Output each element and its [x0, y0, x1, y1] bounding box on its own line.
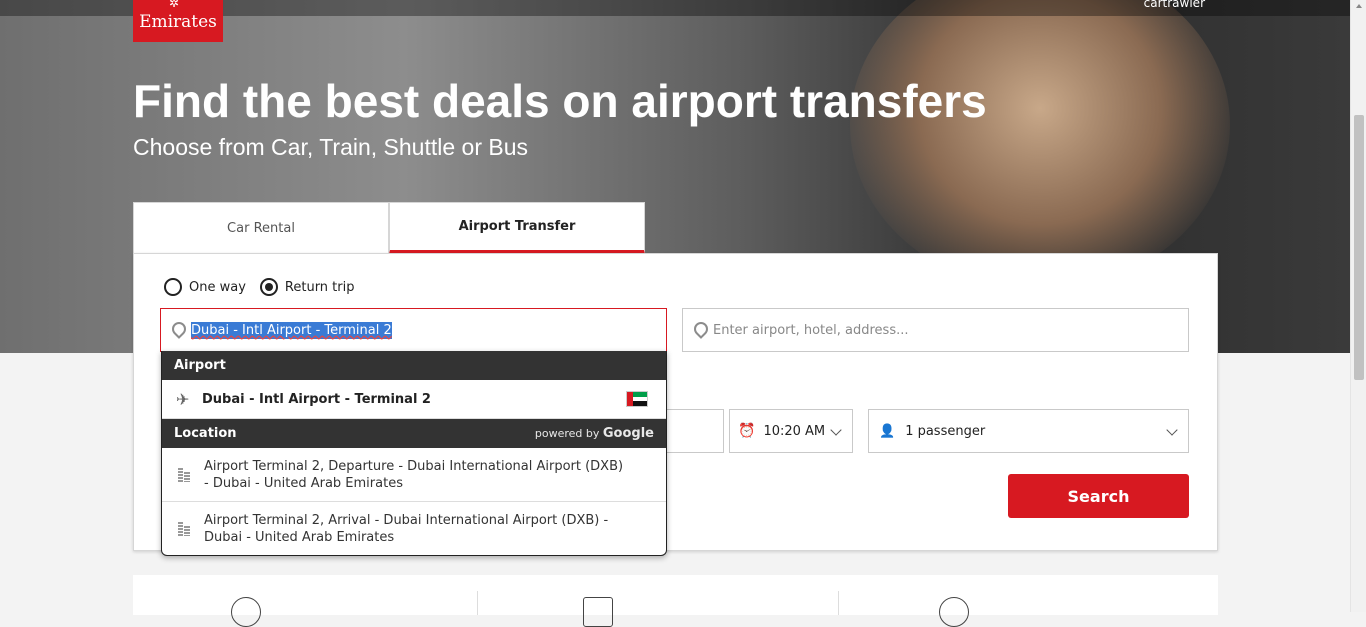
map-pin-icon: [693, 322, 705, 338]
powered-by-google: powered by Google: [534, 426, 654, 441]
dropoff-location-input[interactable]: Enter airport, hotel, address...: [682, 308, 1189, 352]
radio-label: One way: [189, 279, 246, 295]
chevron-down-icon: [830, 424, 842, 436]
time-value: 10:20 AM: [763, 423, 826, 439]
airport-suggestion-label: Dubai - Intl Airport - Terminal 2: [202, 391, 431, 407]
partner-logo: cartrawler: [1143, 0, 1205, 10]
chevron-down-icon: [1166, 424, 1178, 436]
ticket-icon: [583, 597, 613, 627]
location-suggestion[interactable]: Airport Terminal 2, Departure - Dubai In…: [162, 448, 666, 502]
product-tabs: Car Rental Airport Transfer: [133, 202, 646, 254]
trip-type-group: One way Return trip: [164, 278, 354, 296]
checkmark-icon: [231, 597, 261, 627]
page-title: Find the best deals on airport transfers: [133, 75, 987, 127]
page-scrollbar[interactable]: [1350, 0, 1366, 612]
date-field[interactable]: [660, 409, 724, 453]
hero-photo: [850, 0, 1230, 290]
autocomplete-dropdown: Airport ✈ Dubai - Intl Airport - Termina…: [161, 351, 667, 556]
emirates-logo[interactable]: ✲ Emirates: [133, 0, 223, 42]
divider: [838, 591, 839, 615]
tab-car-rental[interactable]: Car Rental: [133, 202, 389, 254]
airport-suggestion[interactable]: ✈ Dubai - Intl Airport - Terminal 2: [162, 380, 666, 419]
building-icon: [176, 467, 192, 483]
dropoff-placeholder: Enter airport, hotel, address...: [713, 322, 909, 338]
radio-unchecked-icon: [164, 278, 182, 296]
clock-icon: ⏰: [738, 423, 756, 439]
radio-checked-icon: [259, 278, 278, 296]
passengers-value: 1 passenger: [905, 423, 986, 439]
radio-one-way[interactable]: One way: [164, 278, 246, 296]
plane-icon: ✈: [176, 389, 190, 409]
help-icon: [939, 597, 969, 627]
location-suggestion[interactable]: Airport Terminal 2, Arrival - Dubai Inte…: [162, 502, 666, 555]
scroll-up-icon[interactable]: [1356, 4, 1362, 8]
scrollbar-thumb[interactable]: [1354, 115, 1364, 380]
search-button[interactable]: Search: [1008, 474, 1189, 518]
airport-section-header: Airport: [162, 351, 666, 380]
radio-return-trip[interactable]: Return trip: [259, 278, 355, 296]
user-icon: 👤: [879, 423, 896, 439]
passengers-select[interactable]: 👤 1 passenger: [868, 409, 1189, 453]
time-select[interactable]: ⏰ 10:20 AM: [729, 409, 853, 453]
features-strip: [133, 575, 1218, 627]
page-subtitle: Choose from Car, Train, Shuttle or Bus: [133, 134, 529, 160]
pickup-location-value: Dubai - Intl Airport - Terminal 2: [191, 321, 392, 339]
pickup-location-input[interactable]: Dubai - Intl Airport - Terminal 2: [160, 308, 667, 352]
uae-flag-icon: [626, 391, 648, 407]
building-icon: [176, 521, 192, 537]
location-section-header: Location powered by Google: [162, 419, 666, 448]
emblem-icon: ✲: [169, 0, 180, 10]
tab-airport-transfer[interactable]: Airport Transfer: [389, 202, 645, 254]
radio-label: Return trip: [284, 279, 355, 295]
map-pin-icon: [171, 322, 183, 338]
divider: [477, 591, 478, 615]
